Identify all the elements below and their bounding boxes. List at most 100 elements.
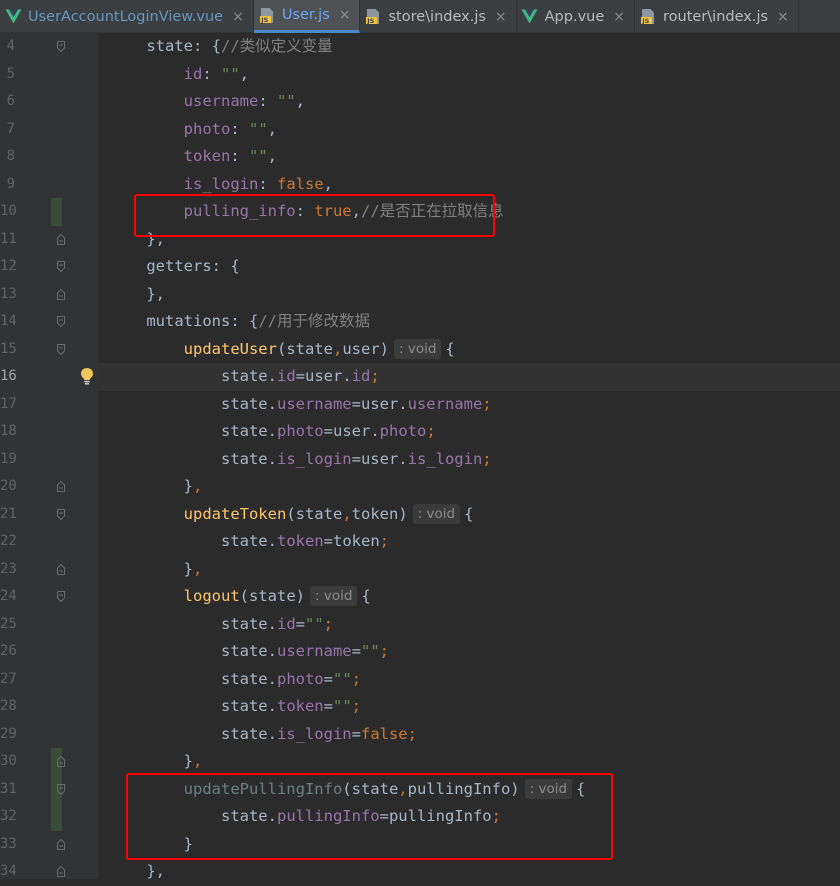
js-file-icon-graphic: JS <box>259 7 273 24</box>
code-line: 24 logout(state): void{ <box>0 583 840 611</box>
code-text[interactable]: }, <box>109 281 165 309</box>
code-text[interactable]: }, <box>109 748 203 776</box>
fold-marker-icon[interactable] <box>57 316 65 327</box>
fold-marker-icon[interactable] <box>57 233 65 245</box>
fold-marker-icon[interactable] <box>57 756 65 767</box>
code-token: photo <box>183 119 231 138</box>
code-text[interactable]: state.pullingInfo=pullingInfo; <box>109 803 501 831</box>
code-text[interactable]: logout(state): void{ <box>109 583 371 611</box>
code-token: : <box>202 64 221 83</box>
svg-text:JS: JS <box>367 17 375 25</box>
code-text[interactable]: }, <box>109 556 203 584</box>
code-token: ; <box>379 642 389 660</box>
code-line: 18 state.photo=user.photo; <box>0 418 840 446</box>
code-text[interactable]: } <box>109 831 193 859</box>
code-text[interactable]: state.id=""; <box>109 611 333 639</box>
code-text[interactable]: state: {//类似定义变量 <box>109 33 332 61</box>
code-text[interactable]: mutations: {//用于修改数据 <box>109 308 370 336</box>
fold-marker-icon[interactable] <box>57 591 65 602</box>
code-text[interactable]: state.username=""; <box>109 638 389 666</box>
fold-marker-icon[interactable] <box>57 481 65 492</box>
close-icon[interactable]: × <box>495 9 507 25</box>
close-icon[interactable]: × <box>232 9 244 25</box>
js-file-icon: JS <box>639 8 657 26</box>
code-text[interactable]: photo: "", <box>109 116 277 144</box>
code-text[interactable]: getters: { <box>109 253 239 281</box>
line-number: 31 <box>0 780 17 797</box>
code-text[interactable]: }, <box>109 858 165 886</box>
code-line: 31 updatePullingInfo(state,pullingInfo):… <box>0 775 840 804</box>
code-token: pulling_info <box>183 202 296 220</box>
vcs-change-marker[interactable] <box>51 198 62 226</box>
code-line: 4 state: {//类似定义变量 <box>0 33 840 61</box>
code-line: 5 id: "", <box>0 61 840 89</box>
code-text[interactable]: updatePullingInfo(state,pullingInfo): vo… <box>109 776 585 804</box>
fold-marker-icon[interactable] <box>57 508 65 520</box>
code-text[interactable]: pulling_info: true,//是否正在拉取信息 <box>109 198 504 226</box>
code-text[interactable]: state.photo=""; <box>109 666 361 694</box>
close-icon[interactable]: × <box>613 9 625 25</box>
code-token: =user. <box>323 422 380 440</box>
code-text[interactable]: state.token=token; <box>109 528 389 556</box>
fold-marker-icon[interactable] <box>57 261 65 272</box>
code-text[interactable]: updateUser(state,user): void{ <box>109 336 455 364</box>
code-token: "" <box>333 697 352 715</box>
code-token: state. <box>109 807 277 825</box>
code-token: : <box>295 202 315 220</box>
fold-marker-icon[interactable] <box>57 343 65 355</box>
line-number: 23 <box>0 560 17 577</box>
fold-marker-icon[interactable] <box>57 866 65 877</box>
code-token: } <box>109 834 193 853</box>
code-token: //是否正在拉取信息 <box>360 202 504 220</box>
tab-2[interactable]: JS store\index.js × <box>360 0 517 33</box>
code-text[interactable]: state.id=user.id; <box>109 363 380 391</box>
fold-marker-icon[interactable] <box>57 838 65 850</box>
code-line: 19 state.is_login=user.is_login; <box>0 446 840 474</box>
code-text[interactable]: state.is_login=false; <box>109 721 417 749</box>
vcs-change-marker[interactable] <box>51 803 62 831</box>
code-text[interactable]: username: "", <box>109 88 305 116</box>
code-token: (state <box>286 504 343 523</box>
code-text[interactable]: state.username=user.username; <box>109 391 492 419</box>
line-number: 22 <box>0 533 17 549</box>
close-icon[interactable]: × <box>777 9 789 25</box>
tab-label: App.vue <box>544 8 605 25</box>
tab-1[interactable]: JS User.js × <box>253 0 361 33</box>
code-text[interactable]: state.token=""; <box>109 693 361 721</box>
code-text[interactable]: is_login: false, <box>109 171 333 199</box>
code-text[interactable]: token: "", <box>109 143 277 171</box>
code-token: //用于修改数据 <box>258 312 370 330</box>
code-text[interactable]: state.photo=user.photo; <box>109 418 436 446</box>
code-token: = <box>323 697 333 715</box>
close-icon[interactable]: × <box>339 7 351 23</box>
code-token: , <box>342 504 352 523</box>
code-token: id <box>183 64 203 83</box>
code-token: updateUser <box>183 339 277 358</box>
lightbulb-icon[interactable] <box>79 367 95 385</box>
code-token: token <box>183 147 231 165</box>
code-token: username <box>276 394 352 413</box>
code-text[interactable]: }, <box>109 226 165 254</box>
fold-marker-icon[interactable] <box>57 41 65 52</box>
code-token: username <box>183 92 259 110</box>
code-token: , <box>295 92 305 110</box>
fold-marker-icon[interactable] <box>57 563 65 575</box>
fold-marker-icon[interactable] <box>57 783 65 795</box>
tab-label: store\index.js <box>388 8 486 25</box>
line-number: 27 <box>0 670 17 687</box>
line-number: 7 <box>6 120 15 137</box>
fold-marker-icon[interactable] <box>57 288 65 300</box>
tab-3[interactable]: App.vue × <box>517 0 636 33</box>
inlay-type-hint: : void <box>412 503 461 524</box>
tab-4[interactable]: JS router\index.js × <box>635 0 799 33</box>
code-text[interactable]: state.is_login=user.is_login; <box>109 446 492 474</box>
code-text[interactable]: }, <box>109 473 203 501</box>
code-line: 14 mutations: {//用于修改数据 <box>0 308 840 336</box>
code-token: pullingInfo <box>276 807 380 825</box>
code-text[interactable]: updateToken(state,token): void{ <box>109 501 473 529</box>
code-text[interactable]: id: "", <box>109 61 249 89</box>
code-token: token <box>276 532 324 550</box>
code-token: : <box>258 92 277 110</box>
tab-0[interactable]: UserAccountLoginView.vue × <box>0 0 254 33</box>
